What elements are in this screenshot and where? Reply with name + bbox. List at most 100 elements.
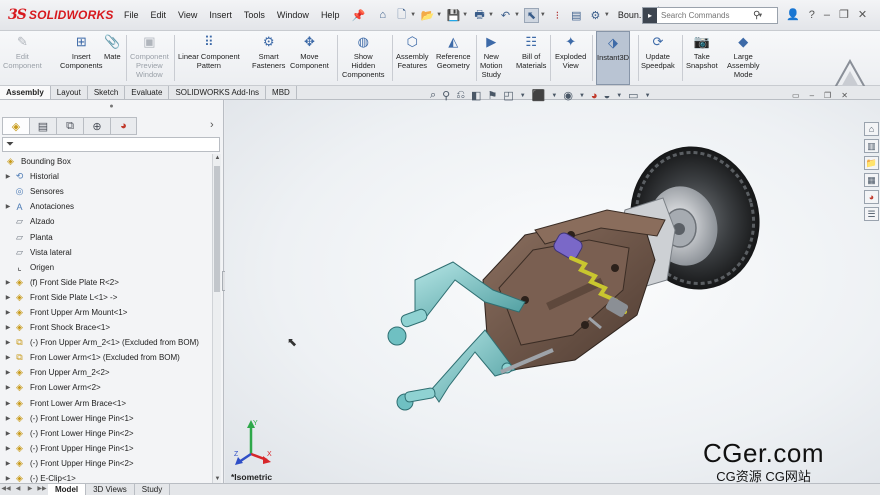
design-library-icon[interactable]: ▥	[864, 139, 879, 153]
pin-menu-icon[interactable]: 📌	[351, 9, 365, 22]
file-explorer-icon[interactable]: 📁	[864, 156, 879, 170]
appearances-icon[interactable]: ◕	[864, 190, 879, 204]
tree-item[interactable]: ▱ Alzado	[0, 214, 212, 229]
close-window-icon[interactable]: ✕	[858, 8, 867, 21]
solidworks-resources-icon[interactable]: ⌂	[864, 122, 879, 136]
ribbon-button-bom[interactable]: ☷ Bill of Materials	[516, 33, 546, 71]
tab-nav-prev-icon[interactable]: ◀	[12, 484, 24, 495]
search-dropdown-icon[interactable]: ▼	[757, 13, 763, 19]
hide-show-items-icon[interactable]: ◉	[563, 89, 573, 102]
tree-item[interactable]: ▶ ◈ (-) Front Lower Hinge Pin<1>	[0, 411, 212, 426]
save-icon[interactable]: 💾	[446, 8, 461, 23]
tab-nav-next-icon[interactable]: ▶	[24, 484, 36, 495]
ribbon-button-motion-study[interactable]: ▶ New Motion Study	[480, 33, 503, 80]
menu-window[interactable]: Window	[271, 10, 315, 20]
help-question-icon[interactable]: ?	[809, 9, 815, 21]
menu-tools[interactable]: Tools	[238, 10, 271, 20]
tree-item[interactable]: ◎ Sensores	[0, 184, 212, 199]
view-palette-icon[interactable]: ▦	[864, 173, 879, 187]
select-pointer-icon[interactable]: ⬉	[523, 7, 539, 23]
tab-mbd[interactable]: MBD	[266, 86, 297, 99]
expand-arrow-icon[interactable]: ▶	[3, 203, 13, 210]
section-view-icon[interactable]: ◧	[471, 89, 481, 102]
solidworks-logo[interactable]: 3S SOLIDWORKS	[0, 7, 118, 23]
search-commands-icon[interactable]: ▸	[643, 8, 657, 23]
view-settings-dropdown-icon[interactable]: ▼	[645, 93, 651, 99]
tab-solidworks-addins[interactable]: SOLIDWORKS Add-Ins	[169, 86, 267, 99]
filter-funnel-icon[interactable]: ⏷	[6, 139, 14, 150]
options-gear-icon[interactable]: ⚙	[588, 8, 603, 23]
expand-arrow-icon[interactable]: ▶	[3, 339, 13, 346]
ribbon-button-edit-component[interactable]: ✎ Edit Component	[3, 33, 42, 71]
ribbon-button-preview-window[interactable]: ▣ Component Preview Window	[130, 33, 169, 80]
tree-item[interactable]: ▶ ⧉ Fron Lower Arm<1> (Excluded from BOM)	[0, 350, 212, 365]
zoom-to-fit-icon[interactable]: ⌕	[430, 89, 436, 102]
view-settings-monitor-icon[interactable]: ▭	[628, 89, 638, 102]
menu-view[interactable]: View	[172, 10, 203, 20]
restore-window-icon[interactable]: ❐	[839, 8, 849, 21]
new-dropdown-icon[interactable]: ▼	[410, 12, 416, 18]
expand-arrow-icon[interactable]: ▶	[3, 309, 13, 316]
tab-model[interactable]: Model	[48, 484, 87, 495]
ribbon-button-speedpak[interactable]: ⟳ Update Speedpak	[641, 33, 675, 71]
tree-item[interactable]: ▶ ◈ Front Upper Arm Mount<1>	[0, 305, 212, 320]
view-orientation-icon[interactable]: ◰	[503, 89, 513, 102]
tree-item[interactable]: ▶ ⧉ (-) Fron Upper Arm_2<1> (Excluded from…	[0, 335, 212, 350]
display-style-icon[interactable]: ⬛	[532, 89, 546, 102]
expand-arrow-icon[interactable]: ▶	[3, 460, 13, 467]
tree-scrollbar[interactable]: ▲ ▼	[212, 154, 221, 483]
expand-arrow-icon[interactable]: ▶	[3, 400, 13, 407]
tab-layout[interactable]: Layout	[51, 86, 88, 99]
options-dropdown-icon[interactable]: ▼	[604, 12, 610, 18]
chassis-plates[interactable]	[482, 209, 666, 371]
scrollbar-thumb[interactable]	[214, 166, 220, 292]
hide-show-dropdown-icon[interactable]: ▼	[579, 93, 585, 99]
minimize-window-icon[interactable]: –	[824, 9, 830, 21]
ribbon-button-insert-components[interactable]: ⊞ Insert Components	[60, 33, 103, 71]
tree-item[interactable]: ▱ Vista lateral	[0, 245, 212, 260]
viewport-close-icon[interactable]: ✕	[841, 91, 848, 100]
tab-3d-views[interactable]: 3D Views	[86, 484, 135, 495]
expand-arrow-icon[interactable]: ▶	[3, 279, 13, 286]
save-dropdown-icon[interactable]: ▼	[462, 12, 468, 18]
expand-arrow-icon[interactable]: ▶	[3, 384, 13, 391]
viewport-restore-icon[interactable]: ▭	[792, 91, 800, 100]
home-icon[interactable]: ⌂	[375, 8, 390, 23]
scroll-up-icon[interactable]: ▲	[213, 155, 222, 161]
open-dropdown-icon[interactable]: ▼	[436, 12, 442, 18]
expand-arrow-icon[interactable]: ▶	[3, 324, 13, 331]
previous-view-icon[interactable]: ⎌	[456, 89, 465, 102]
user-account-icon[interactable]: 👤	[786, 8, 800, 21]
tree-item[interactable]: ⌞ Origen	[0, 260, 212, 275]
expand-arrow-icon[interactable]: ▶	[3, 430, 13, 437]
ribbon-button-move-component[interactable]: ✥ Move Component	[290, 33, 329, 71]
print-icon[interactable]: 🖶	[472, 8, 487, 23]
configuration-manager-tab-icon[interactable]: ⧉	[56, 117, 83, 135]
tab-evaluate[interactable]: Evaluate	[125, 86, 170, 99]
expand-arrow-icon[interactable]: ▶	[3, 415, 13, 422]
zoom-to-area-icon[interactable]: ⚲	[442, 89, 450, 102]
undo-icon[interactable]: ↶	[498, 8, 513, 23]
display-style-dropdown-icon[interactable]: ▼	[551, 93, 557, 99]
tree-item[interactable]: ▶ ◈ (-) Front Upper Hinge Pin<1>	[0, 441, 212, 456]
tree-item[interactable]: ▶ ◈ (f) Front Side Plate R<2>	[0, 275, 212, 290]
ribbon-button-instant3d[interactable]: ⬗ Instant3D	[596, 31, 631, 85]
tree-item[interactable]: ▱ Planta	[0, 229, 212, 244]
tree-item[interactable]: ▶ ◈ (-) E-Clip<1>	[0, 471, 212, 483]
apply-scene-dropdown-icon[interactable]: ▼	[616, 93, 622, 99]
tree-root-item[interactable]: ◈ Bounding Box	[0, 154, 212, 169]
panel-more-chevron-icon[interactable]: ›	[210, 119, 214, 131]
expand-arrow-icon[interactable]: ▶	[3, 369, 13, 376]
file-properties-icon[interactable]: ▤	[569, 8, 584, 23]
expand-arrow-icon[interactable]: ▶	[3, 173, 13, 180]
print-dropdown-icon[interactable]: ▼	[488, 12, 494, 18]
expand-arrow-icon[interactable]: ▶	[3, 354, 13, 361]
tree-item[interactable]: ▶ ◈ (-) Front Upper Hinge Pin<2>	[0, 456, 212, 471]
suspension-assembly-model[interactable]	[375, 140, 775, 420]
tree-item[interactable]: ▶ ◈ Front Shock Brace<1>	[0, 320, 212, 335]
tree-filter-bar[interactable]: ⏷	[2, 137, 220, 152]
ribbon-button-linear-pattern[interactable]: ⠿ Linear Component Pattern	[178, 33, 240, 71]
tab-study[interactable]: Study	[135, 484, 171, 495]
tree-item[interactable]: ▶ ◈ Fron Lower Arm<2>	[0, 380, 212, 395]
scroll-down-icon[interactable]: ▼	[213, 476, 222, 482]
